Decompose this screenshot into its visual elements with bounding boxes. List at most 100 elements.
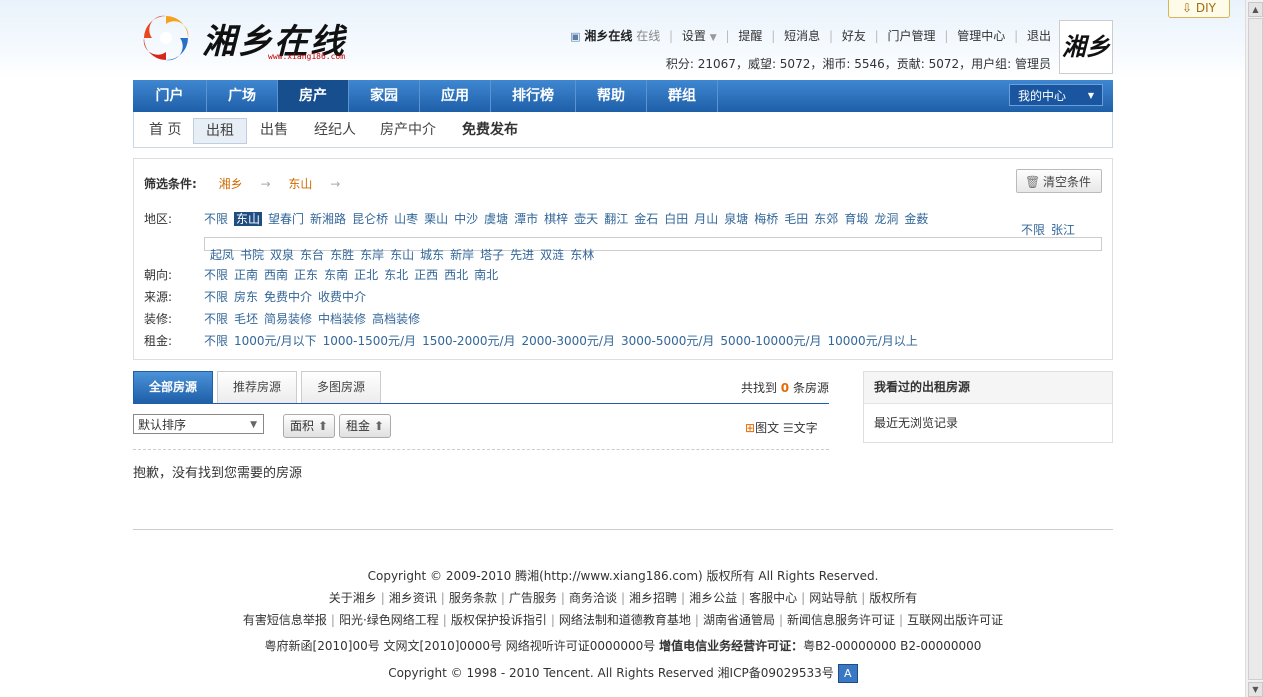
rent-option[interactable]: 不限 — [204, 334, 228, 348]
orientation-option[interactable]: 西北 — [444, 268, 468, 282]
footer-link[interactable]: 湘乡公益 — [689, 591, 737, 605]
subregion-option[interactable]: 东胜 — [330, 248, 354, 262]
region-option[interactable]: 壶天 — [574, 212, 598, 226]
verification-badge-icon[interactable]: A — [837, 664, 858, 683]
region-option[interactable]: 翻江 — [604, 212, 628, 226]
source-option[interactable]: 收费中介 — [318, 290, 366, 304]
crumb-xiangxiang[interactable]: 湘乡 — [219, 177, 243, 191]
tab-multi-photo[interactable]: 多图房源 — [301, 371, 381, 403]
subnav-sale[interactable]: 出售 — [260, 118, 288, 142]
footer-link[interactable]: 互联网出版许可证 — [907, 613, 1003, 627]
footer-link[interactable]: 网站导航 — [809, 591, 857, 605]
scroll-up-icon[interactable]: ▲ — [1248, 2, 1263, 17]
region-option[interactable]: 栗山 — [424, 212, 448, 226]
region-option[interactable]: 育塅 — [844, 212, 868, 226]
region-option[interactable]: 昆仑桥 — [352, 212, 388, 226]
orientation-option[interactable]: 正南 — [234, 268, 258, 282]
view-text-toggle[interactable]: ☰文字 — [783, 421, 818, 435]
subnav-agency[interactable]: 房产中介 — [380, 118, 436, 142]
nav-item-portal[interactable]: 门户 — [133, 80, 207, 112]
subnav-home[interactable]: 首 页 — [149, 118, 181, 142]
subregion-option[interactable]: 新岸 — [450, 248, 474, 262]
nav-item-ranking[interactable]: 排行榜 — [491, 80, 576, 112]
footer-link[interactable]: 客服中心 — [749, 591, 797, 605]
region-option[interactable]: 金石 — [634, 212, 658, 226]
subregion-option[interactable]: 双涟 — [540, 248, 564, 262]
region-option[interactable]: 新湘路 — [310, 212, 346, 226]
orientation-option[interactable]: 南北 — [474, 268, 498, 282]
source-option[interactable]: 房东 — [234, 290, 258, 304]
nav-item-apps[interactable]: 应用 — [420, 80, 491, 112]
nav-item-groups[interactable]: 群组 — [647, 80, 718, 112]
logout-link[interactable]: 退出 — [1027, 27, 1051, 44]
clear-filters-button[interactable]: 🗑 清空条件 — [1016, 169, 1102, 193]
subregion-option[interactable]: 双泉 — [270, 248, 294, 262]
subregion-option[interactable]: 城东 — [420, 248, 444, 262]
region-option[interactable]: 月山 — [694, 212, 718, 226]
region-option[interactable]: 潭市 — [514, 212, 538, 226]
scrollbar[interactable]: ▲ ▼ — [1245, 0, 1263, 697]
region-option[interactable]: 望春门 — [268, 212, 304, 226]
footer-link[interactable]: 新闻信息服务许可证 — [787, 613, 895, 627]
portal-admin-link[interactable]: 门户管理 — [888, 27, 936, 44]
tab-recommended[interactable]: 推荐房源 — [217, 371, 297, 403]
rent-option[interactable]: 10000元/月以上 — [828, 334, 918, 348]
region-option[interactable]: 龙洞 — [874, 212, 898, 226]
rent-option[interactable]: 3000-5000元/月 — [621, 334, 714, 348]
subnav-free-post[interactable]: 免费发布 — [462, 118, 518, 142]
view-picture-toggle[interactable]: ⊞图文 — [745, 421, 779, 435]
subregion-option[interactable]: 先进 — [510, 248, 534, 262]
scroll-down-icon[interactable]: ▼ — [1248, 682, 1263, 697]
region-option[interactable]: 白田 — [664, 212, 688, 226]
orientation-option[interactable]: 西南 — [264, 268, 288, 282]
region-option[interactable]: 梅桥 — [754, 212, 778, 226]
region-option[interactable]: 毛田 — [784, 212, 808, 226]
nav-item-help[interactable]: 帮助 — [576, 80, 647, 112]
footer-link[interactable]: 湘乡招聘 — [629, 591, 677, 605]
subregion-option[interactable]: 起凤 — [210, 248, 234, 262]
nav-item-realestate[interactable]: 房产 — [278, 80, 349, 112]
reminder-link[interactable]: 提醒 — [738, 27, 762, 44]
region-option[interactable]: 不限 — [1021, 223, 1045, 237]
sort-rent-button[interactable]: 租金 ⬆ — [339, 414, 391, 438]
subregion-option[interactable]: 塔子 — [480, 248, 504, 262]
region-option[interactable]: 棋梓 — [544, 212, 568, 226]
subregion-option[interactable]: 东岸 — [360, 248, 384, 262]
footer-link[interactable]: 版权保护投诉指引 — [451, 613, 547, 627]
diy-button[interactable]: ⇩ DIY — [1168, 0, 1230, 18]
messages-link[interactable]: 短消息 — [784, 27, 820, 44]
rent-option[interactable]: 5000-10000元/月 — [720, 334, 821, 348]
nav-item-square[interactable]: 广场 — [207, 80, 278, 112]
subregion-option[interactable]: 东台 — [300, 248, 324, 262]
subregion-option[interactable]: 东林 — [570, 248, 594, 262]
rent-option[interactable]: 1000元/月以下 — [234, 334, 317, 348]
footer-link[interactable]: 关于湘乡 — [329, 591, 377, 605]
footer-link[interactable]: 网络法制和道德教育基地 — [559, 613, 691, 627]
decoration-option[interactable]: 毛坯 — [234, 312, 258, 326]
source-option[interactable]: 不限 — [204, 290, 228, 304]
region-option[interactable]: 东郊 — [814, 212, 838, 226]
orientation-option[interactable]: 正西 — [414, 268, 438, 282]
avatar[interactable]: 湘乡 — [1059, 20, 1113, 74]
username-link[interactable]: 湘乡在线 — [584, 27, 632, 44]
scroll-thumb[interactable] — [1248, 18, 1263, 680]
region-option[interactable]: 中沙 — [454, 212, 478, 226]
region-option[interactable]: 泉塘 — [724, 212, 748, 226]
region-option[interactable]: 山枣 — [394, 212, 418, 226]
orientation-option[interactable]: 不限 — [204, 268, 228, 282]
footer-link[interactable]: 版权所有 — [869, 591, 917, 605]
footer-link[interactable]: 有害短信息举报 — [243, 613, 327, 627]
region-option[interactable]: 张江 — [1051, 223, 1075, 237]
footer-link[interactable]: 商务洽谈 — [569, 591, 617, 605]
region-option[interactable]: 虞塘 — [484, 212, 508, 226]
decoration-option[interactable]: 不限 — [204, 312, 228, 326]
region-option-selected[interactable]: 东山 — [234, 212, 263, 226]
subregion-option[interactable]: 书院 — [240, 248, 264, 262]
tab-all-listings[interactable]: 全部房源 — [133, 371, 213, 403]
orientation-option[interactable]: 东南 — [324, 268, 348, 282]
sort-select[interactable]: 默认排序 ▼ — [133, 414, 264, 434]
friends-link[interactable]: 好友 — [842, 27, 866, 44]
footer-link[interactable]: 服务条款 — [449, 591, 497, 605]
crumb-dongshan[interactable]: 东山 — [288, 177, 312, 191]
footer-link[interactable]: 阳光·绿色网络工程 — [339, 613, 439, 627]
